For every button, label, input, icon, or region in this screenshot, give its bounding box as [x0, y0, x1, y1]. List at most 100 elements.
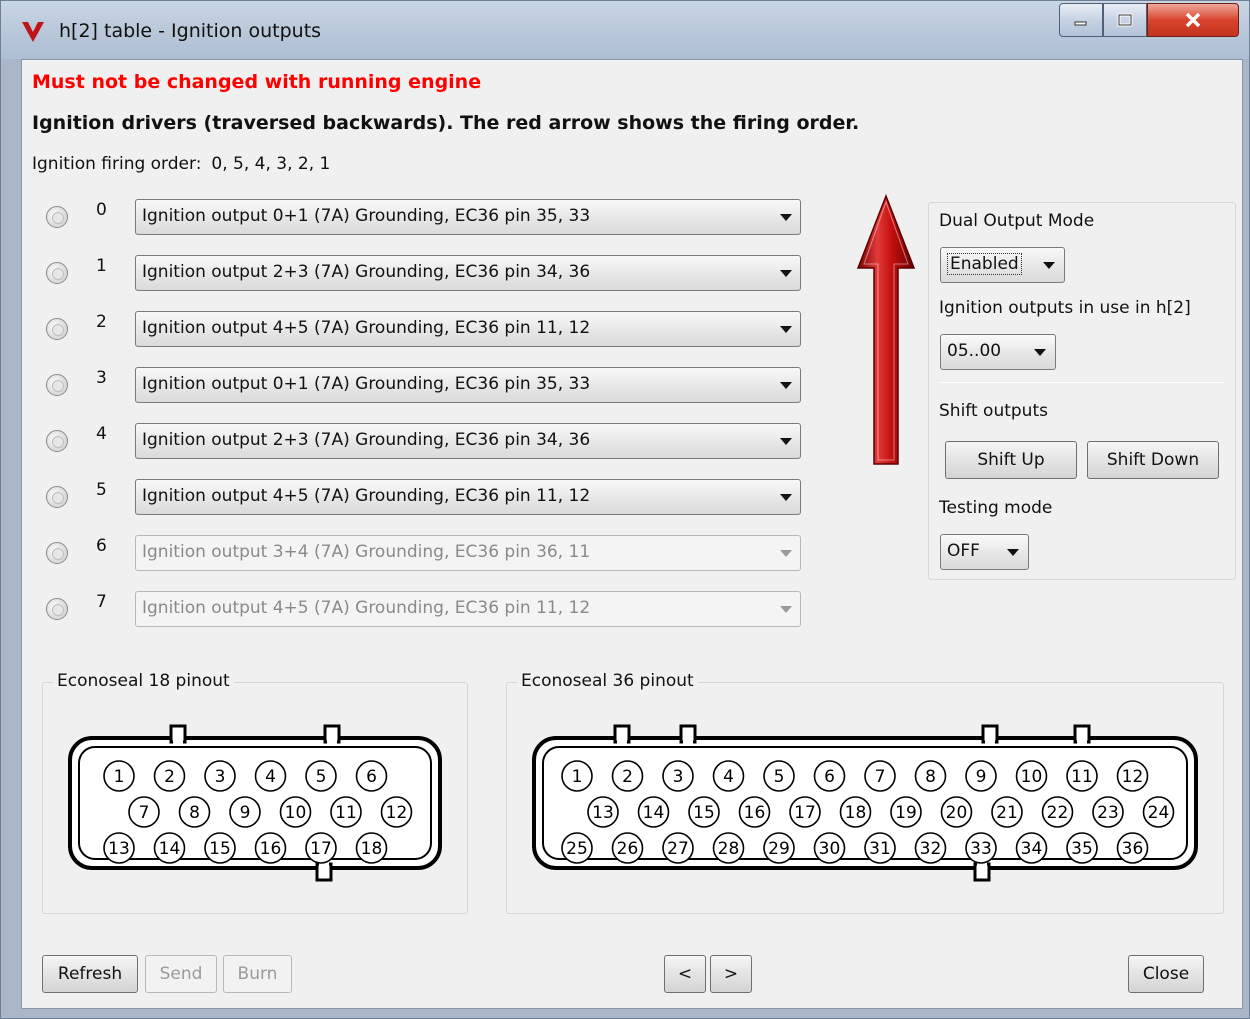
- output-radio[interactable]: [46, 262, 68, 284]
- chevron-down-icon: [780, 214, 792, 221]
- next-button[interactable]: >: [710, 955, 752, 993]
- pin-label: 10: [285, 803, 307, 823]
- pin-label: 11: [335, 803, 357, 823]
- output-index-label: 4: [96, 424, 107, 444]
- pin-label: 6: [824, 767, 835, 787]
- dual-output-value: Enabled: [947, 253, 1022, 275]
- pin-label: 27: [667, 839, 689, 859]
- ignition-output-row: 7 Ignition output 4+5 (7A) Grounding, EC3…: [22, 590, 812, 630]
- firing-order-arrow-icon: [856, 194, 916, 465]
- output-radio[interactable]: [46, 374, 68, 396]
- pin-label: 4: [723, 767, 734, 787]
- output-select[interactable]: Ignition output 2+3 (7A) Grounding, EC36…: [135, 255, 801, 291]
- pin-label: 9: [240, 803, 251, 823]
- close-button[interactable]: Close: [1128, 955, 1204, 993]
- chevron-down-icon: [780, 326, 792, 333]
- pin-label: 7: [875, 767, 886, 787]
- pin-label: 1: [572, 767, 583, 787]
- chevron-down-icon: [780, 606, 792, 613]
- pin-label: 18: [361, 839, 383, 859]
- output-select[interactable]: Ignition output 4+5 (7A) Grounding, EC36…: [135, 311, 801, 347]
- firing-order-value: 0, 5, 4, 3, 2, 1: [211, 154, 331, 174]
- output-select-value: Ignition output 4+5 (7A) Grounding, EC36…: [142, 318, 591, 338]
- pin-label: 30: [819, 839, 841, 859]
- pin-label: 36: [1122, 839, 1144, 859]
- output-select[interactable]: Ignition output 4+5 (7A) Grounding, EC36…: [135, 479, 801, 515]
- ignition-output-row: 3 Ignition output 0+1 (7A) Grounding, EC3…: [22, 366, 812, 406]
- pin-label: 35: [1071, 839, 1093, 859]
- previous-button[interactable]: <: [664, 955, 706, 993]
- subtitle-text: Ignition drivers (traversed backwards). …: [32, 112, 860, 134]
- pin-label: 13: [108, 839, 130, 859]
- output-select-value: Ignition output 2+3 (7A) Grounding, EC36…: [142, 262, 591, 282]
- pin-label: 14: [159, 839, 181, 859]
- app-logo-icon: [22, 22, 44, 42]
- pin-label: 31: [869, 839, 891, 859]
- testing-mode-select[interactable]: OFF: [940, 534, 1029, 570]
- output-index-label: 1: [96, 256, 107, 276]
- pin-label: 10: [1021, 767, 1043, 787]
- ignition-output-row: 1 Ignition output 2+3 (7A) Grounding, EC3…: [22, 254, 812, 294]
- output-select[interactable]: Ignition output 4+5 (7A) Grounding, EC36…: [135, 591, 801, 627]
- shift-down-button[interactable]: Shift Down: [1087, 441, 1219, 479]
- window-title: h[2] table - Ignition outputs: [59, 20, 322, 42]
- output-index-label: 6: [96, 536, 107, 556]
- maximize-button[interactable]: [1103, 3, 1147, 37]
- output-select-value: Ignition output 4+5 (7A) Grounding, EC36…: [142, 598, 591, 618]
- close-window-button[interactable]: [1147, 3, 1239, 37]
- pin-label: 7: [139, 803, 150, 823]
- pin-label: 23: [1097, 803, 1119, 823]
- pin-label: 18: [845, 803, 867, 823]
- refresh-button[interactable]: Refresh: [42, 955, 138, 993]
- pin-label: 24: [1148, 803, 1170, 823]
- pin-label: 13: [592, 803, 614, 823]
- chevron-down-icon: [780, 270, 792, 277]
- pin-label: 4: [265, 767, 276, 787]
- pin-label: 12: [1122, 767, 1144, 787]
- chevron-down-icon: [780, 438, 792, 445]
- output-select-value: Ignition output 0+1 (7A) Grounding, EC36…: [142, 374, 591, 394]
- firing-order: Ignition firing order: 0, 5, 4, 3, 2, 1: [32, 154, 330, 174]
- output-select-value: Ignition output 4+5 (7A) Grounding, EC36…: [142, 486, 591, 506]
- shift-up-button[interactable]: Shift Up: [945, 441, 1077, 479]
- pin-label: 2: [622, 767, 633, 787]
- output-radio[interactable]: [46, 318, 68, 340]
- pin-label: 33: [970, 839, 992, 859]
- pin-label: 3: [673, 767, 684, 787]
- pin-label: 5: [316, 767, 327, 787]
- pin-label: 20: [946, 803, 968, 823]
- output-select[interactable]: Ignition output 0+1 (7A) Grounding, EC36…: [135, 199, 801, 235]
- output-select[interactable]: Ignition output 2+3 (7A) Grounding, EC36…: [135, 423, 801, 459]
- output-index-label: 2: [96, 312, 107, 332]
- burn-button[interactable]: Burn: [223, 955, 292, 993]
- output-radio[interactable]: [46, 486, 68, 508]
- pin-label: 16: [260, 839, 282, 859]
- output-select[interactable]: Ignition output 0+1 (7A) Grounding, EC36…: [135, 367, 801, 403]
- minimize-button[interactable]: [1059, 3, 1103, 37]
- testing-mode-label: Testing mode: [939, 498, 1053, 518]
- output-radio[interactable]: [46, 430, 68, 452]
- pin-label: 2: [164, 767, 175, 787]
- pin-label: 6: [366, 767, 377, 787]
- output-radio[interactable]: [46, 542, 68, 564]
- output-select-value: Ignition output 0+1 (7A) Grounding, EC36…: [142, 206, 591, 226]
- output-select[interactable]: Ignition output 3+4 (7A) Grounding, EC36…: [135, 535, 801, 571]
- econoseal18-connector-diagram: 1 2 3 4 5 67 8 9 10 11 1213 14 15 16 17 18: [68, 724, 442, 882]
- send-button[interactable]: Send: [145, 955, 217, 993]
- output-radio[interactable]: [46, 206, 68, 228]
- dialog-client-area: Must not be changed with running engine …: [21, 59, 1243, 1009]
- dual-output-select[interactable]: Enabled: [940, 247, 1065, 283]
- title-bar[interactable]: h[2] table - Ignition outputs: [1, 1, 1249, 59]
- outputs-in-use-select[interactable]: 05..00: [940, 334, 1056, 370]
- pin-label: 1: [114, 767, 125, 787]
- output-radio[interactable]: [46, 598, 68, 620]
- ignition-output-row: 0 Ignition output 0+1 (7A) Grounding, EC3…: [22, 198, 812, 238]
- output-index-label: 5: [96, 480, 107, 500]
- output-index-label: 3: [96, 368, 107, 388]
- pin-label: 32: [920, 839, 942, 859]
- chevron-down-icon: [1007, 549, 1019, 556]
- panel-divider: [939, 382, 1223, 383]
- econoseal36-connector-diagram: 1 2 3 4 5 6 7 8 9 10 11 1213 14 15 16 17 18 19 20 21 22 23 242…: [532, 724, 1198, 882]
- close-icon: [1185, 12, 1201, 28]
- minimize-icon: [1074, 21, 1087, 26]
